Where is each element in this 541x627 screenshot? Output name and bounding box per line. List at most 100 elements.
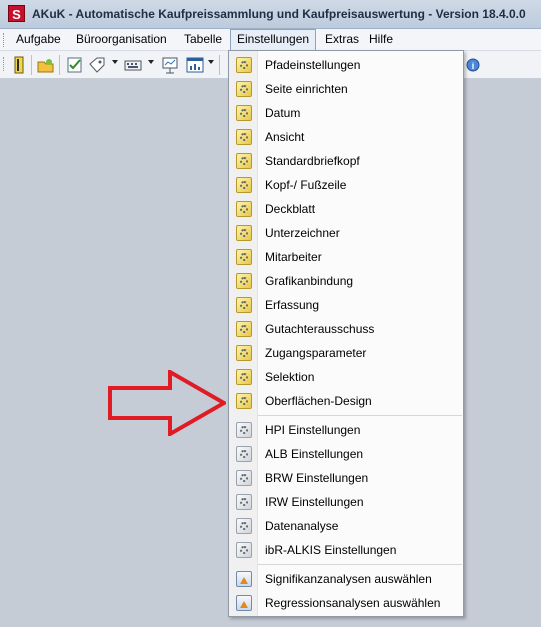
menu-bar: Aufgabe Büroorganisation Tabelle Einstel…: [0, 29, 541, 51]
menu-item-datum[interactable]: Datum: [230, 102, 462, 124]
menu-item-label: Datum: [265, 106, 301, 120]
menu-item-label: IRW Einstellungen: [265, 495, 364, 509]
menu-item-irw-einstellungen[interactable]: IRW Einstellungen: [230, 491, 462, 513]
app-icon[interactable]: S: [8, 5, 25, 22]
chart-icon: [236, 595, 252, 611]
menu-item-label: Standardbriefkopf: [265, 154, 360, 168]
gear-icon: [236, 201, 252, 217]
svg-text:i: i: [472, 61, 475, 71]
menu-item-label: Unterzeichner: [265, 226, 340, 240]
gear-icon: [236, 369, 252, 385]
gear-icon: [236, 494, 252, 510]
menu-item-kopf-fusszeile[interactable]: Kopf-/ Fußzeile: [230, 174, 462, 196]
menu-item-datenanalyse[interactable]: Datenanalyse: [230, 515, 462, 537]
gear-icon: [236, 273, 252, 289]
menu-item-label: ALB Einstellungen: [265, 447, 364, 461]
gear-icon: [236, 57, 252, 73]
gear-icon: [236, 518, 252, 534]
menu-item-erfassung[interactable]: Erfassung: [230, 294, 462, 316]
gear-icon: [236, 177, 252, 193]
book-icon[interactable]: [10, 56, 28, 74]
gear-icon: [236, 105, 252, 121]
gear-icon: [236, 345, 252, 361]
menu-item-grafikanbindung[interactable]: Grafikanbindung: [230, 270, 462, 292]
gear-icon: [236, 422, 252, 438]
menu-item-label: Selektion: [265, 370, 315, 384]
menu-item-label: Mitarbeiter: [265, 250, 322, 264]
menu-item-label: Pfadeinstellungen: [265, 58, 361, 72]
title-bar: S AKuK - Automatische Kaufpreissammlung …: [0, 0, 541, 29]
gear-icon: [236, 393, 252, 409]
gear-icon: [236, 249, 252, 265]
menu-item-label: Datenanalyse: [265, 519, 339, 533]
menu-item-unterzeichner[interactable]: Unterzeichner: [230, 222, 462, 244]
menu-item-label: Seite einrichten: [265, 82, 348, 96]
toolbar-separator: [219, 55, 220, 75]
tag-icon[interactable]: [88, 56, 106, 74]
einstellungen-dropdown-menu: Pfadeinstellungen Seite einrichten Datum…: [228, 50, 464, 617]
menu-item-deckblatt[interactable]: Deckblatt: [230, 198, 462, 220]
checklist-icon[interactable]: [66, 56, 84, 74]
menu-item-gutachterausschuss[interactable]: Gutachterausschuss: [230, 318, 462, 340]
gear-icon: [236, 321, 252, 337]
menu-item-label: ibR-ALKIS Einstellungen: [265, 543, 397, 557]
menu-item-ansicht[interactable]: Ansicht: [230, 126, 462, 148]
menu-item-label: Deckblatt: [265, 202, 316, 216]
menu-item-seite-einrichten[interactable]: Seite einrichten: [230, 78, 462, 100]
menu-separator: [258, 415, 462, 416]
gear-icon: [236, 470, 252, 486]
menu-item-selektion[interactable]: Selektion: [230, 366, 462, 388]
gear-icon: [236, 225, 252, 241]
menu-item-hpi-einstellungen[interactable]: HPI Einstellungen: [230, 419, 462, 441]
menu-hilfe[interactable]: Hilfe: [363, 29, 399, 50]
menu-item-label: Ansicht: [265, 130, 305, 144]
menu-grip-icon[interactable]: [3, 33, 7, 47]
keyboard-icon[interactable]: [124, 56, 142, 74]
toolbar-separator: [31, 55, 32, 75]
menu-item-pfadeinstellungen[interactable]: Pfadeinstellungen: [230, 54, 462, 76]
gear-icon: [236, 129, 252, 145]
chart-icon: [236, 571, 252, 587]
tag-dropdown-icon[interactable]: [112, 60, 118, 64]
menu-item-label: Erfassung: [265, 298, 320, 312]
toolbar-separator: [59, 55, 60, 75]
keyboard-dropdown-icon[interactable]: [148, 60, 154, 64]
window-chart-icon[interactable]: [186, 56, 204, 74]
menu-item-brw-einstellungen[interactable]: BRW Einstellungen: [230, 467, 462, 489]
open-folder-icon[interactable]: [37, 56, 55, 74]
window-title: AKuK - Automatische Kaufpreissammlung un…: [32, 7, 526, 21]
menu-item-label: Oberflächen-Design: [265, 394, 372, 408]
help-icon[interactable]: i: [464, 56, 482, 74]
menu-item-label: Gutachterausschuss: [265, 322, 375, 336]
gear-icon: [236, 542, 252, 558]
menu-item-zugangsparameter[interactable]: Zugangsparameter: [230, 342, 462, 364]
menu-tabelle[interactable]: Tabelle: [178, 29, 228, 50]
menu-item-regressionsanalysen[interactable]: Regressionsanalysen auswählen: [230, 592, 462, 614]
gear-icon: [236, 81, 252, 97]
presentation-icon[interactable]: [161, 56, 179, 74]
menu-item-label: Kopf-/ Fußzeile: [265, 178, 347, 192]
menu-item-mitarbeiter[interactable]: Mitarbeiter: [230, 246, 462, 268]
menu-item-label: BRW Einstellungen: [265, 471, 369, 485]
red-arrow-annotation: [108, 370, 226, 436]
menu-item-label: HPI Einstellungen: [265, 423, 361, 437]
menu-item-label: Zugangsparameter: [265, 346, 367, 360]
gear-icon: [236, 446, 252, 462]
menu-item-oberflaechen-design[interactable]: Oberflächen-Design: [230, 390, 462, 412]
menu-item-alb-einstellungen[interactable]: ALB Einstellungen: [230, 443, 462, 465]
menu-aufgabe[interactable]: Aufgabe: [10, 29, 67, 50]
menu-item-standardbriefkopf[interactable]: Standardbriefkopf: [230, 150, 462, 172]
menu-item-label: Regressionsanalysen auswählen: [265, 596, 441, 610]
menu-einstellungen[interactable]: Einstellungen: [230, 29, 317, 50]
menu-item-label: Signifikanzanalysen auswählen: [265, 572, 432, 586]
menu-item-label: Grafikanbindung: [265, 274, 354, 288]
gear-icon: [236, 297, 252, 313]
menu-item-signifikanzanalysen[interactable]: Signifikanzanalysen auswählen: [230, 568, 462, 590]
menu-bueroorganisation[interactable]: Büroorganisation: [70, 29, 173, 50]
menu-item-ibr-alkis-einstellungen[interactable]: ibR-ALKIS Einstellungen: [230, 539, 462, 561]
window-chart-dropdown-icon[interactable]: [208, 60, 214, 64]
menu-extras[interactable]: Extras: [319, 29, 365, 50]
gear-icon: [236, 153, 252, 169]
toolbar-grip-icon[interactable]: [3, 57, 7, 71]
menu-separator: [258, 564, 462, 565]
